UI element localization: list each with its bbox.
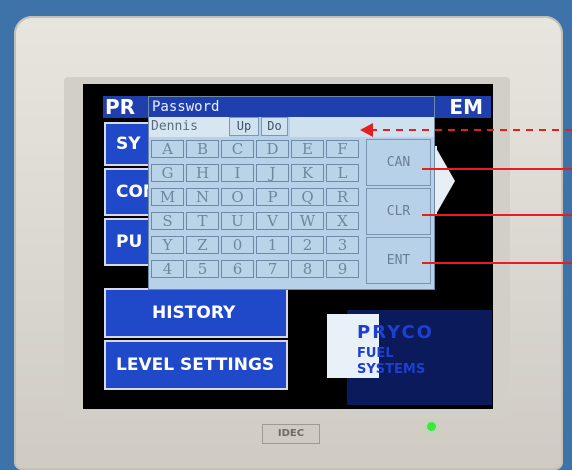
key-g[interactable]: G <box>151 164 184 182</box>
key-a[interactable]: A <box>151 140 184 158</box>
key-k[interactable]: K <box>291 164 324 182</box>
history-button-label: HISTORY <box>152 303 236 323</box>
history-button[interactable]: HISTORY <box>104 288 288 338</box>
up-button[interactable]: Up <box>229 117 259 136</box>
key-3[interactable]: 3 <box>326 236 359 254</box>
key-b[interactable]: B <box>186 140 219 158</box>
key-c[interactable]: C <box>221 140 254 158</box>
key-u[interactable]: U <box>221 212 254 230</box>
key-y[interactable]: Y <box>151 236 184 254</box>
password-title: Password <box>149 97 434 117</box>
key-m[interactable]: M <box>151 188 184 206</box>
key-0[interactable]: 0 <box>221 236 254 254</box>
key-8[interactable]: 8 <box>291 260 324 278</box>
system-button-label: SY <box>116 134 141 154</box>
key-l[interactable]: L <box>326 164 359 182</box>
key-j[interactable]: J <box>256 164 289 182</box>
brand-systems: SYSTEMS <box>357 362 426 377</box>
brand-fuel: FUEL <box>357 346 394 361</box>
cancel-key[interactable]: CAN <box>366 139 431 186</box>
key-h[interactable]: H <box>186 164 219 182</box>
clear-key[interactable]: CLR <box>366 188 431 235</box>
key-t[interactable]: T <box>186 212 219 230</box>
key-r[interactable]: R <box>326 188 359 206</box>
idec-logo-badge: IDEC <box>262 424 320 444</box>
key-f[interactable]: F <box>326 140 359 158</box>
key-1[interactable]: 1 <box>256 236 289 254</box>
key-w[interactable]: W <box>291 212 324 230</box>
key-q[interactable]: Q <box>291 188 324 206</box>
key-2[interactable]: 2 <box>291 236 324 254</box>
key-z[interactable]: Z <box>186 236 219 254</box>
down-button[interactable]: Do <box>261 117 288 136</box>
arrow-shape <box>435 146 455 216</box>
title-right: EM <box>449 95 483 119</box>
key-s[interactable]: S <box>151 212 184 230</box>
brand-name: PRYCO <box>357 322 434 343</box>
key-4[interactable]: 4 <box>151 260 184 278</box>
level-settings-button[interactable]: LEVEL SETTINGS <box>104 340 288 390</box>
key-6[interactable]: 6 <box>221 260 254 278</box>
key-e[interactable]: E <box>291 140 324 158</box>
key-v[interactable]: V <box>256 212 289 230</box>
password-entry-field[interactable] <box>290 117 434 137</box>
level-settings-button-label: LEVEL SETTINGS <box>116 355 275 375</box>
key-o[interactable]: O <box>221 188 254 206</box>
touch-screen: PR EM SY CON PU HISTORY LEVEL SETTINGS P… <box>83 84 493 409</box>
key-d[interactable]: D <box>256 140 289 158</box>
key-5[interactable]: 5 <box>186 260 219 278</box>
power-led <box>427 422 436 431</box>
key-x[interactable]: X <box>326 212 359 230</box>
user-field[interactable]: Dennis <box>149 117 229 137</box>
key-p[interactable]: P <box>256 188 289 206</box>
system-button[interactable]: SY <box>104 122 154 166</box>
password-keypad: Password Dennis Up Do ABCDEF GHIJKL MNOPQR… <box>148 96 435 290</box>
key-n[interactable]: N <box>186 188 219 206</box>
enter-key[interactable]: ENT <box>366 237 431 284</box>
key-i[interactable]: I <box>221 164 254 182</box>
pump-button-label: PU <box>116 232 143 252</box>
key-9[interactable]: 9 <box>326 260 359 278</box>
title-left: PR <box>105 95 136 119</box>
key-7[interactable]: 7 <box>256 260 289 278</box>
